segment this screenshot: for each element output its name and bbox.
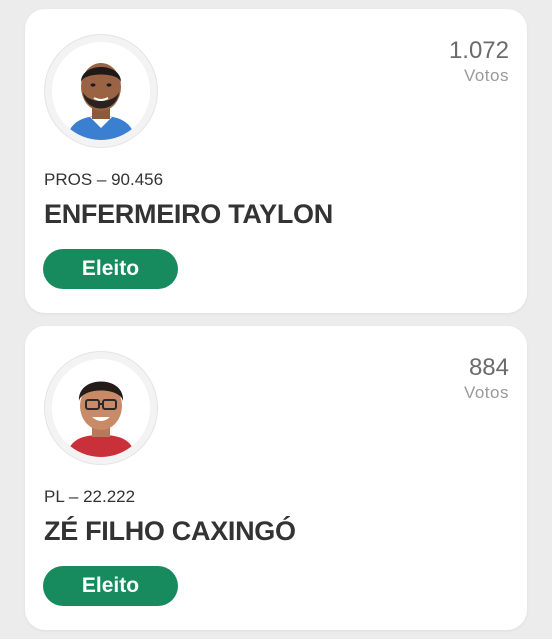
status-badge: Eleito (43, 566, 178, 606)
votes-count: 1.072 (448, 37, 509, 64)
votes-block: 884 Votos (464, 354, 509, 404)
candidate-card[interactable]: 884 Votos PL – 22.222 ZÉ FILHO CAXINGÓ E… (25, 326, 527, 630)
candidate-card[interactable]: 1.072 Votos PROS – 90.456 ENFERMEIRO TAY… (25, 9, 527, 313)
candidate-name: ENFERMEIRO TAYLON (44, 199, 333, 229)
avatar (52, 42, 150, 140)
votes-count: 884 (468, 354, 509, 381)
avatar-frame (44, 34, 158, 148)
candidate-name: ZÉ FILHO CAXINGÓ (44, 516, 296, 546)
status-badge: Eleito (43, 249, 178, 289)
votes-label: Votos (463, 66, 509, 85)
candidate-photo-icon (52, 42, 150, 140)
votes-label: Votos (463, 383, 509, 402)
party-number: PL – 22.222 (44, 487, 136, 506)
avatar-frame (44, 351, 158, 465)
candidate-photo-icon (52, 359, 150, 457)
party-number: PROS – 90.456 (44, 170, 164, 189)
avatar (52, 359, 150, 457)
votes-block: 1.072 Votos (449, 37, 509, 87)
